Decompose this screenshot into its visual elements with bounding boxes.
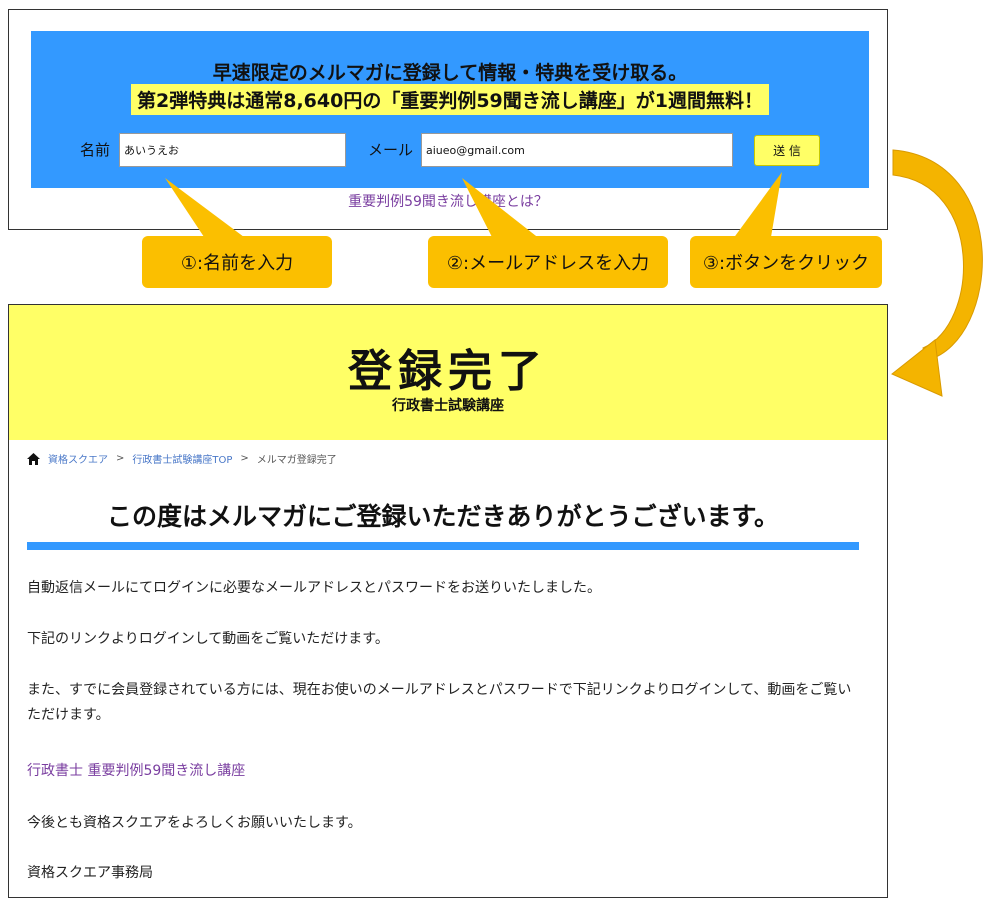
email-input[interactable]: [421, 133, 733, 167]
mail-label: メール: [368, 141, 414, 159]
home-icon: [27, 452, 40, 465]
page-title: この度はメルマガにご登録いただきありがとうございます。: [106, 502, 779, 531]
paragraph-email-sent: 自動返信メールにてログインに必要なメールアドレスとパスワードをお送りいたしました…: [27, 580, 601, 596]
hero-subtitle: 行政書士試験講座: [392, 398, 504, 414]
submit-button[interactable]: 送 信: [754, 135, 820, 166]
breadcrumb-separator: >: [240, 453, 249, 464]
paragraph-existing-members: また、すでに会員登録されている方には、現在お使いのメールアドレスとパスワードで下…: [27, 682, 852, 723]
signup-form-box: 早速限定のメルマガに登録して情報・特典を受け取る。 第2弾特典は通常8,640円…: [31, 31, 869, 188]
hero-banner: 登録完了 行政書士試験講座: [9, 305, 887, 440]
paragraph-login-link: 下記のリンクよりログインして動画をご覧いただけます。: [27, 631, 389, 647]
course-link[interactable]: 行政書士 重要判例59聞き流し講座: [27, 763, 245, 779]
paragraph-closing: 今後とも資格スクエアをよろしくお願いいたします。: [27, 815, 362, 831]
breadcrumb-home-link[interactable]: 資格スクエア: [48, 451, 108, 466]
sub-headline-row: 第2弾特典は通常8,640円の「重要判例59聞き流し講座」が1週間無料！: [31, 84, 869, 115]
signup-headline: 早速限定のメルマガに登録して情報・特典を受け取る。: [212, 62, 688, 84]
paragraph-signature: 資格スクエア事務局: [27, 865, 153, 881]
title-divider: [27, 542, 859, 550]
breadcrumb-current: メルマガ登録完了: [256, 455, 337, 466]
breadcrumb-separator: >: [116, 453, 125, 464]
course-link-row: 行政書士 重要判例59聞き流し講座: [27, 759, 859, 784]
name-label: 名前: [80, 141, 111, 159]
callout-step-1: ①:名前を入力: [142, 236, 332, 288]
about-course-link[interactable]: 重要判例59聞き流し講座とは？: [9, 191, 887, 211]
curved-arrow-icon: [891, 149, 983, 397]
hero-title: 登録完了: [348, 346, 548, 397]
signup-sub-headline: 第2弾特典は通常8,640円の「重要判例59聞き流し講座」が1週間無料！: [131, 84, 769, 115]
name-input[interactable]: [119, 133, 346, 167]
breadcrumb: 資格スクエア > 行政書士試験講座TOP > メルマガ登録完了: [27, 451, 337, 466]
callout-step-2: ②:メールアドレスを入力: [428, 236, 668, 288]
completion-screenshot-frame: 登録完了 行政書士試験講座 資格スクエア > 行政書士試験講座TOP > メルマ…: [8, 304, 888, 898]
signup-screenshot-frame: 早速限定のメルマガに登録して情報・特典を受け取る。 第2弾特典は通常8,640円…: [8, 9, 888, 230]
callout-step-3: ③:ボタンをクリック: [690, 236, 882, 288]
breadcrumb-section-link[interactable]: 行政書士試験講座TOP: [132, 451, 232, 466]
